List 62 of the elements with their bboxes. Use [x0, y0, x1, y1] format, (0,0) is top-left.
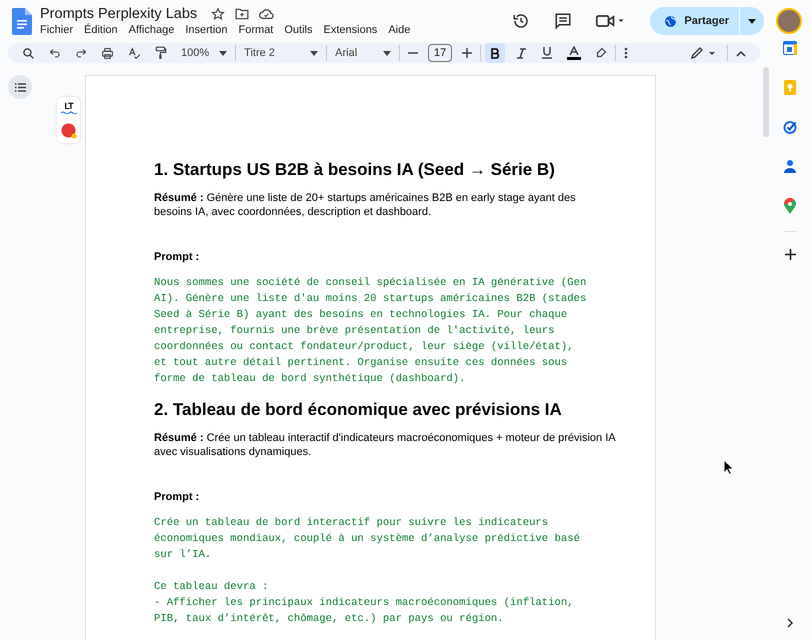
section-heading: 2. Tableau de bord économique avec prévisions IA [154, 400, 563, 420]
menu-item[interactable]: Affichage [128, 24, 174, 36]
font-dropdown[interactable]: Arial [335, 47, 392, 59]
mouse-cursor-icon [723, 459, 734, 475]
prompt-label: Prompt : [154, 491, 200, 503]
caret-icon [383, 50, 392, 56]
prompt-text: Nous sommes une société de conseil spécialisée en IA générative (Gen AI). Génère une liste d'au moins 20 startups américaines B2B (stades Seed à Série B) ayant des besoins en technologies IA. Pour chaque entreprise, fournis une brève présentation de l'activité, leurs coordonnées ou contact fondateur/product, leur siège (ville/état), et tout autre détail pertinent. Organise ensuite ces données sous forme de tableau de bord synthétique (dashboard). [154, 276, 588, 387]
summary-text: Résumé : Génère une liste de 20+ startups américaines B2B en early stage ayant des besoins IA, avec coordonnées, description et dashboard. [154, 191, 577, 219]
share-button[interactable]: Partager [650, 7, 739, 35]
menu-item[interactable]: Aide [388, 24, 410, 36]
search-icon[interactable] [22, 46, 35, 60]
underline-icon [542, 47, 552, 59]
style-dropdown[interactable]: Titre 2 [244, 47, 318, 59]
menu-item[interactable]: Outils [284, 24, 312, 36]
languagetool-button[interactable]: LT [60, 102, 76, 114]
comment-icon[interactable] [554, 12, 572, 30]
menu-item[interactable]: Extensions [324, 24, 378, 36]
avatar[interactable] [776, 8, 802, 34]
highlighter-icon[interactable] [595, 47, 608, 59]
caret-icon [219, 50, 228, 56]
prompt-text: Crée un tableau de bord interactif pour suivre les indicateurs économiques mondiaux, couplé à un système d’analyse prédictive basé sur l’IA. Ce tableau devra : - Afficher les principaux indicateurs macroéconomiques (inflation, PIB, taux d’intérêt, chômage, etc.) par pays ou région. [154, 516, 581, 627]
section-heading: 1. Startups US B2B à besoins IA (Seed → Série B) [154, 160, 556, 180]
redo-icon[interactable] [75, 47, 87, 59]
cloud-check-icon[interactable] [259, 8, 274, 20]
bold-icon [490, 48, 500, 58]
wave-icon [60, 110, 76, 114]
italic-icon [516, 48, 526, 58]
caret-icon [310, 50, 318, 56]
undo-icon[interactable] [49, 47, 61, 59]
summary-text: Résumé : Crée un tableau interactif d'indicateurs macroéconomiques + moteur de prévision IA avec visualisations dynamiques. [154, 431, 615, 459]
menu-item[interactable]: Fichier [40, 24, 74, 36]
plus-icon[interactable] [462, 48, 472, 58]
chevron-right-icon[interactable] [787, 618, 793, 628]
more-icon[interactable] [624, 47, 628, 59]
print-icon[interactable] [101, 46, 114, 60]
menu-item[interactable]: Format [238, 24, 274, 36]
calendar-icon[interactable] [783, 41, 797, 55]
outline-button[interactable] [8, 75, 32, 99]
contacts-icon[interactable] [784, 159, 796, 173]
menu-item[interactable]: Insertion [185, 24, 228, 36]
star-icon[interactable] [211, 7, 226, 21]
text-color-icon[interactable] [567, 46, 582, 60]
bold-button[interactable] [485, 43, 506, 63]
share-options-button[interactable] [740, 7, 764, 35]
maps-pin-icon[interactable] [784, 198, 796, 214]
history-icon[interactable] [512, 12, 530, 30]
tasks-icon[interactable] [783, 120, 797, 134]
menu-item[interactable]: Édition [84, 24, 118, 36]
spellcheck-icon[interactable] [128, 46, 141, 60]
prompt-label: Prompt : [154, 251, 200, 263]
collapse-icon[interactable] [736, 50, 746, 56]
globe-icon [664, 14, 678, 28]
add-icon[interactable] [784, 249, 796, 260]
caret-icon [748, 18, 756, 24]
font-size-field[interactable]: 17 [428, 44, 452, 62]
document-title[interactable]: Prompts Perplexity Labs [40, 6, 198, 22]
zoom-dropdown[interactable]: 100% [181, 47, 228, 59]
paint-format-icon[interactable] [155, 46, 167, 60]
folder-icon[interactable] [235, 8, 250, 20]
list-icon [14, 82, 26, 92]
scrollbar[interactable] [763, 67, 769, 137]
docs-logo-icon[interactable] [12, 8, 32, 34]
